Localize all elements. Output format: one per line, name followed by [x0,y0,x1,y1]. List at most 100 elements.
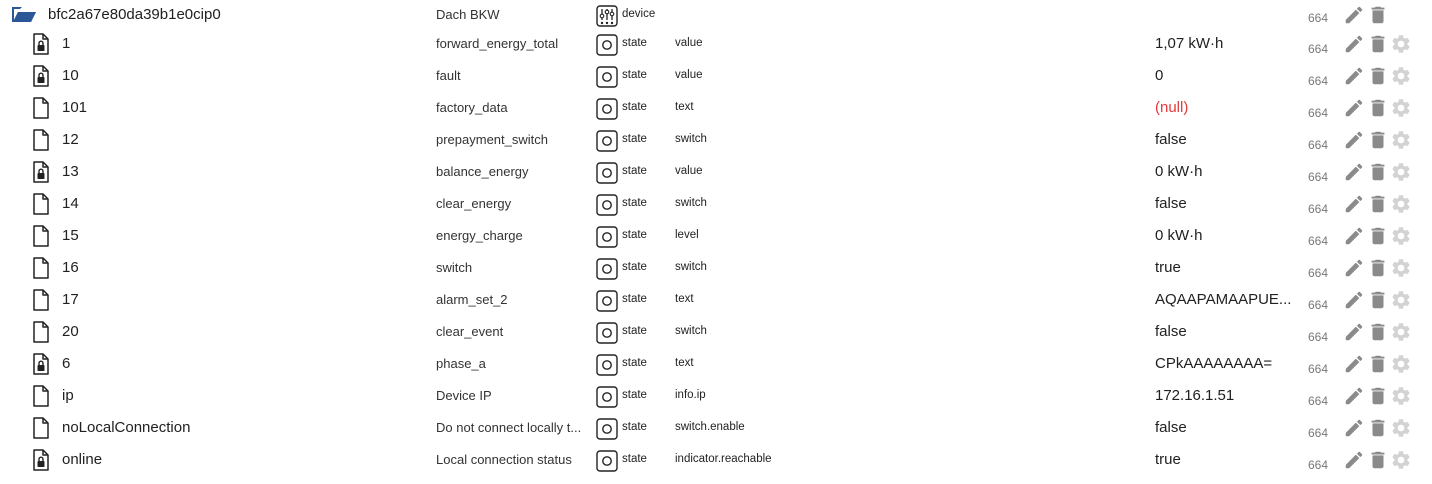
object-name: switch [436,260,473,275]
gear-icon[interactable] [1390,257,1412,279]
gear-icon[interactable] [1390,225,1412,247]
state-icon [596,66,618,88]
object-id: 13 [62,163,79,180]
state-value[interactable]: false [1155,195,1292,212]
object-type: state [622,453,647,465]
gear-icon[interactable] [1390,33,1412,55]
edit-icon[interactable] [1343,321,1365,343]
gear-icon[interactable] [1390,65,1412,87]
delete-icon[interactable] [1367,4,1389,26]
state-value[interactable]: 1,07 kW·h [1155,35,1292,52]
edit-icon[interactable] [1343,65,1365,87]
object-name: fault [436,68,461,83]
state-value[interactable]: false [1155,131,1292,148]
tree-row-state[interactable]: 10 fault state value 0 664 [0,61,1432,93]
edit-icon[interactable] [1343,449,1365,471]
state-value[interactable]: 0 kW·h [1155,227,1292,244]
delete-icon[interactable] [1367,321,1389,343]
object-id: ip [62,387,74,404]
state-icon [596,130,618,152]
object-role: info.ip [675,389,706,401]
gear-icon[interactable] [1390,129,1412,151]
object-id: 10 [62,67,79,84]
edit-icon[interactable] [1343,97,1365,119]
gear-icon[interactable] [1390,321,1412,343]
gear-icon[interactable] [1390,161,1412,183]
state-value[interactable]: 0 kW·h [1155,163,1292,180]
tree-row-device[interactable]: bfc2a67e80da39b1e0cip0 Dach BKW device 6… [0,0,1432,32]
tree-row-state[interactable]: online Local connection status state indica… [0,445,1432,477]
gear-icon[interactable] [1390,449,1412,471]
edit-icon[interactable] [1343,385,1365,407]
state-value[interactable]: 0 [1155,67,1292,84]
acl-value: 664 [1308,234,1329,248]
state-icon [596,34,618,56]
delete-icon[interactable] [1367,257,1389,279]
folder-open-icon[interactable] [11,4,37,24]
delete-icon[interactable] [1367,449,1389,471]
edit-icon[interactable] [1343,225,1365,247]
object-id: 14 [62,195,79,212]
state-value[interactable]: false [1155,323,1292,340]
locked-file-icon [33,33,49,55]
tree-row-state[interactable]: 12 prepayment_switch state switch false 664 [0,125,1432,157]
delete-icon[interactable] [1367,353,1389,375]
delete-icon[interactable] [1367,97,1389,119]
object-name: phase_a [436,356,486,371]
object-type: state [622,69,647,81]
gear-icon[interactable] [1390,385,1412,407]
gear-icon[interactable] [1390,353,1412,375]
delete-icon[interactable] [1367,417,1389,439]
edit-icon[interactable] [1343,4,1365,26]
file-icon [33,97,49,119]
tree-row-state[interactable]: 101 factory_data state text (null) 664 [0,93,1432,125]
tree-row-state[interactable]: 17 alarm_set_2 state text AQAAPAMAAPUE... 664 [0,285,1432,317]
edit-icon[interactable] [1343,417,1365,439]
state-value[interactable]: AQAAPAMAAPUE... [1155,291,1292,308]
object-name: clear_energy [436,196,512,211]
object-name: forward_energy_total [436,36,559,51]
delete-icon[interactable] [1367,65,1389,87]
delete-icon[interactable] [1367,129,1389,151]
delete-icon[interactable] [1367,33,1389,55]
edit-icon[interactable] [1343,193,1365,215]
object-name: alarm_set_2 [436,292,508,307]
tree-row-state[interactable]: 16 switch state switch true 664 [0,253,1432,285]
delete-icon[interactable] [1367,385,1389,407]
tree-row-state[interactable]: ip Device IP state info.ip 172.16.1.51 664 [0,381,1432,413]
gear-icon[interactable] [1390,193,1412,215]
tree-row-state[interactable]: 13 balance_energy state value 0 kW·h 664 [0,157,1432,189]
state-value[interactable]: 172.16.1.51 [1155,387,1292,404]
delete-icon[interactable] [1367,161,1389,183]
object-type: state [622,293,647,305]
edit-icon[interactable] [1343,129,1365,151]
object-name: Do not connect locally t... [436,420,582,435]
edit-icon[interactable] [1343,161,1365,183]
state-value[interactable]: (null) [1155,99,1292,116]
gear-icon[interactable] [1390,417,1412,439]
edit-icon[interactable] [1343,353,1365,375]
object-type: state [622,165,647,177]
state-value[interactable]: false [1155,419,1292,436]
tree-row-state[interactable]: 15 energy_charge state level 0 kW·h 664 [0,221,1432,253]
object-id: 1 [62,35,71,52]
gear-icon[interactable] [1390,97,1412,119]
delete-icon[interactable] [1367,289,1389,311]
state-value[interactable]: true [1155,259,1292,276]
object-name: Local connection status [436,452,572,467]
tree-row-state[interactable]: 20 clear_event state switch false 664 [0,317,1432,349]
tree-row-state[interactable]: 6 phase_a state text CPkAAAAAAAA= 664 [0,349,1432,381]
gear-icon[interactable] [1390,289,1412,311]
delete-icon[interactable] [1367,225,1389,247]
tree-row-state[interactable]: 14 clear_energy state switch false 664 [0,189,1432,221]
tree-row-state[interactable]: 1 forward_energy_total state value 1,07 kW·h… [0,29,1432,61]
edit-icon[interactable] [1343,33,1365,55]
tree-row-state[interactable]: noLocalConnection Do not connect locally … [0,413,1432,445]
acl-value: 664 [1308,138,1329,152]
edit-icon[interactable] [1343,289,1365,311]
state-value[interactable]: true [1155,451,1292,468]
delete-icon[interactable] [1367,193,1389,215]
edit-icon[interactable] [1343,257,1365,279]
locked-file-icon [33,161,49,183]
state-value[interactable]: CPkAAAAAAAA= [1155,355,1292,372]
